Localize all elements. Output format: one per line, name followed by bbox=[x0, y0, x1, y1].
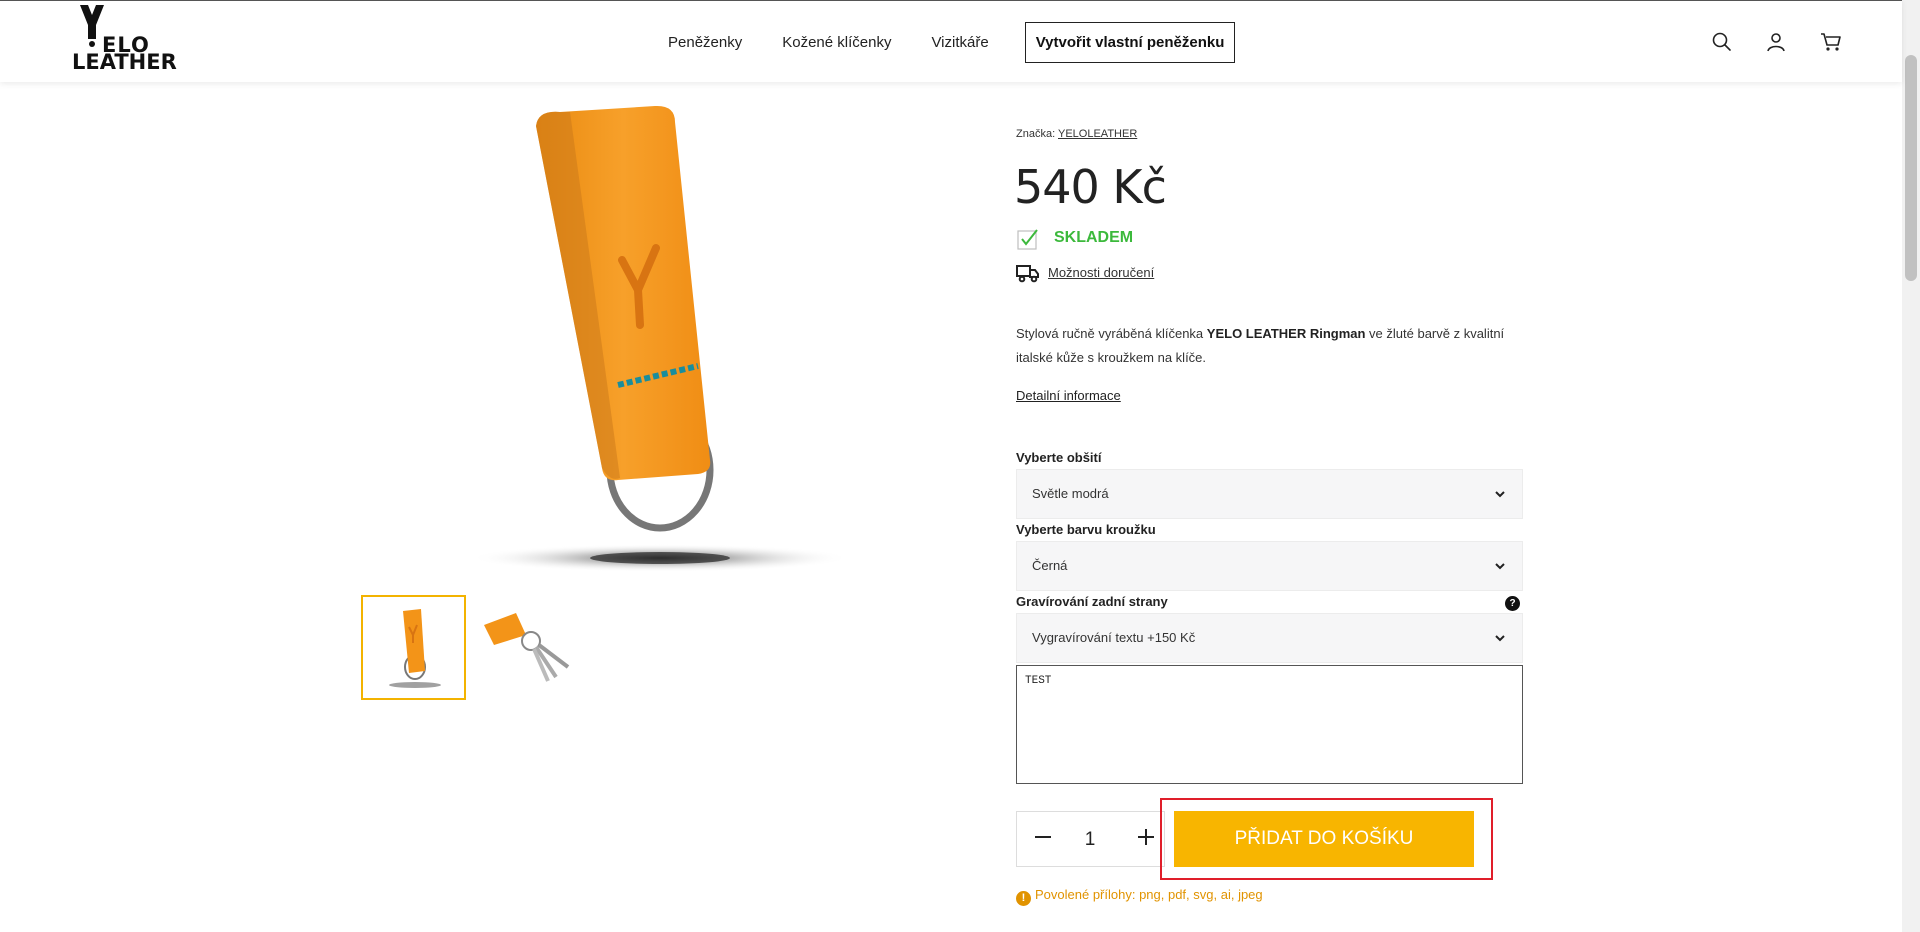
chevron-down-icon bbox=[1495, 491, 1505, 498]
chevron-down-icon bbox=[1495, 635, 1505, 642]
engraving-selected-value: Vygravírování textu +150 Kč bbox=[1032, 630, 1196, 645]
nav-item-card-holders[interactable]: Vizitkáře bbox=[931, 24, 988, 62]
warning-icon: ! bbox=[1016, 891, 1031, 906]
plus-icon[interactable] bbox=[1135, 826, 1157, 848]
help-icon[interactable]: ? bbox=[1505, 596, 1520, 611]
thumbnail-2[interactable] bbox=[476, 595, 581, 700]
delivery-options-link[interactable]: Možnosti doručení bbox=[1048, 265, 1154, 280]
in-stock-check-icon bbox=[1017, 229, 1038, 250]
thumbnail-keys-image bbox=[484, 613, 570, 682]
chevron-down-icon bbox=[1495, 563, 1505, 570]
cart-icon[interactable] bbox=[1820, 31, 1842, 53]
brand-link[interactable]: YELOLEATHER bbox=[1058, 128, 1137, 140]
engraving-select[interactable]: Vygravírování textu +150 Kč bbox=[1016, 613, 1523, 663]
allowed-attachments-note: ! Povolené přílohy: png, pdf, svg, ai, jp… bbox=[1016, 887, 1263, 906]
detail-info-link[interactable]: Detailní informace bbox=[1016, 388, 1121, 403]
page-scrollbar[interactable] bbox=[1902, 0, 1920, 932]
allowed-attachments-text: Povolené přílohy: png, pdf, svg, ai, jpe… bbox=[1035, 887, 1263, 902]
nav-item-keychains[interactable]: Kožené klíčenky bbox=[782, 24, 891, 62]
engraving-text-input[interactable]: TEST bbox=[1016, 665, 1523, 784]
main-nav: Peněženky Kožené klíčenky Vizitkáře Vytv… bbox=[668, 22, 1236, 63]
brand-label: Značka: bbox=[1016, 128, 1056, 140]
create-wallet-button[interactable]: Vytvořit vlastní peněženku bbox=[1024, 22, 1236, 63]
site-header: ELO LEATHER Peněženky Kožené klíčenky Vi… bbox=[0, 0, 1902, 82]
brand-line: Značka: YELOLEATHER bbox=[1016, 128, 1137, 140]
yelo-leather-logo[interactable]: ELO LEATHER bbox=[72, 5, 177, 74]
scrollbar-thumb[interactable] bbox=[1905, 55, 1917, 281]
quantity-value[interactable]: 1 bbox=[1082, 829, 1098, 851]
product-price: 540 Kč bbox=[1014, 160, 1167, 214]
description-product-name: YELO LEATHER Ringman bbox=[1206, 326, 1366, 341]
product-main-image[interactable] bbox=[470, 100, 850, 580]
ring-color-select[interactable]: Černá bbox=[1016, 541, 1523, 591]
logo-text-leather: LEATHER bbox=[72, 50, 177, 74]
engraving-label: Gravírování zadní strany bbox=[1016, 594, 1168, 609]
minus-icon[interactable] bbox=[1032, 826, 1054, 848]
product-description: Stylová ručně vyráběná klíčenka YELO LEA… bbox=[1016, 322, 1536, 370]
stitching-selected-value: Světle modrá bbox=[1032, 486, 1109, 501]
search-icon[interactable] bbox=[1711, 31, 1733, 53]
stitching-select[interactable]: Světle modrá bbox=[1016, 469, 1523, 519]
ring-color-label: Vyberte barvu kroužku bbox=[1016, 522, 1156, 537]
truck-icon bbox=[1016, 265, 1039, 283]
ring-color-selected-value: Černá bbox=[1032, 558, 1068, 573]
description-text-start: Stylová ručně vyráběná klíčenka bbox=[1016, 326, 1207, 341]
stitching-label: Vyberte obšití bbox=[1016, 450, 1102, 465]
user-icon[interactable] bbox=[1765, 31, 1787, 53]
highlight-annotation bbox=[1160, 798, 1493, 880]
thumbnail-1[interactable] bbox=[361, 595, 466, 700]
thumbnail-keychain-image bbox=[389, 609, 441, 688]
nav-item-wallets[interactable]: Peněženky bbox=[668, 24, 742, 62]
stock-status: SKLADEM bbox=[1054, 229, 1134, 246]
